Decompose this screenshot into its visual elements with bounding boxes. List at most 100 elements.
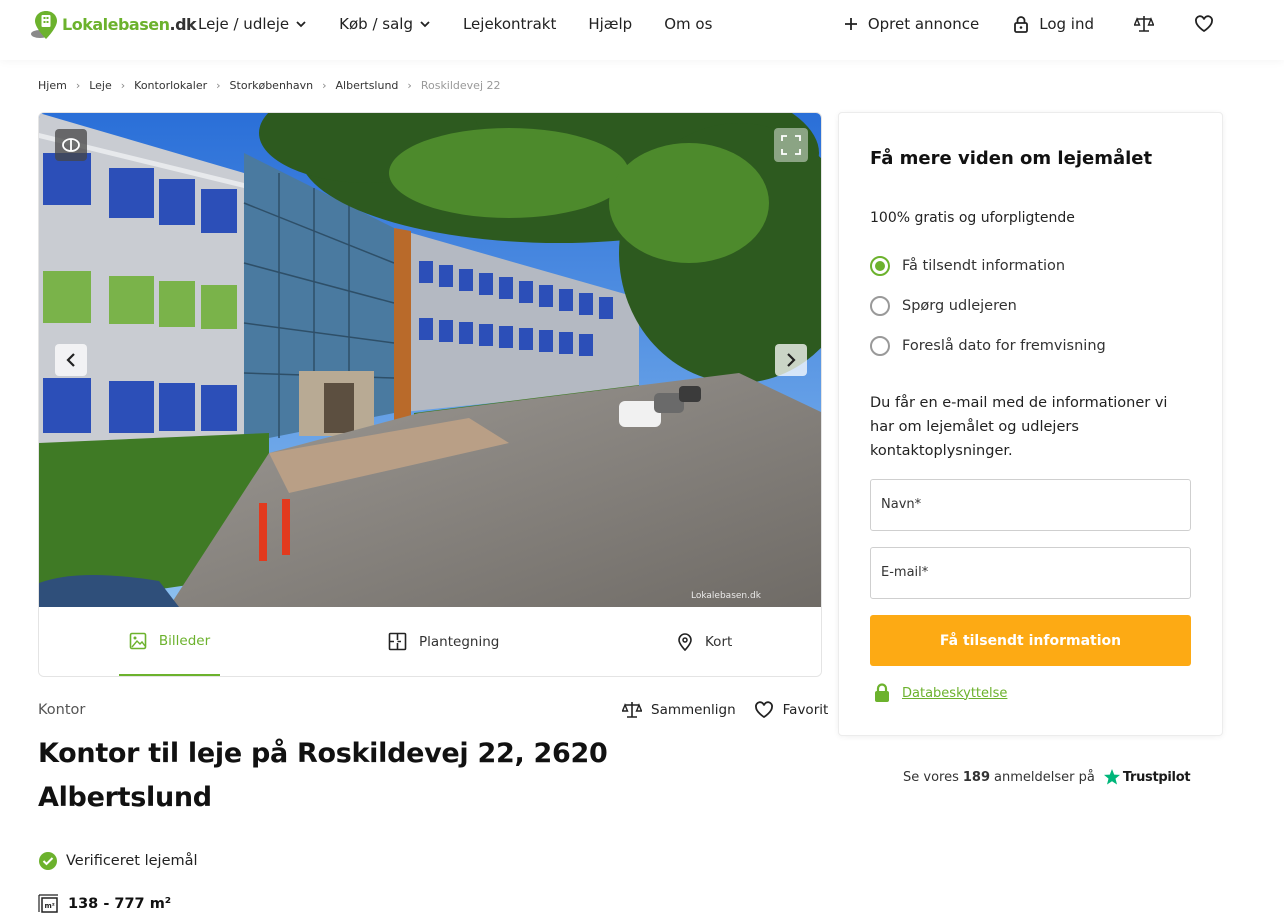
option-suggest-viewing[interactable]: Foreslå dato for fremvisning: [870, 336, 1106, 356]
favorite-label: Favorit: [782, 702, 829, 718]
tab-images[interactable]: Billeder: [119, 607, 220, 676]
compare-nav-button[interactable]: [1128, 14, 1154, 34]
nav-buy[interactable]: Køb / salg: [339, 14, 431, 34]
heart-icon: [754, 701, 773, 719]
map-pin-logo-icon: [30, 9, 60, 39]
trustpilot-suffix: anmeldelser på: [994, 769, 1095, 785]
breadcrumb-item[interactable]: Kontorlokaler: [134, 79, 207, 92]
tab-images-label: Billeder: [158, 632, 211, 649]
tab-floorplan[interactable]: Plantegning: [388, 607, 499, 676]
scale-icon: [1134, 16, 1154, 32]
tab-floorplan-label: Plantegning: [419, 633, 500, 650]
chevron-right-icon: ›: [120, 79, 126, 92]
breadcrumb-item[interactable]: Albertslund: [336, 79, 399, 92]
nav-lease-contract-label: Lejekontrakt: [462, 15, 557, 33]
listing-size: m² 138 - 777 m²: [38, 894, 171, 914]
login-button[interactable]: Log ind: [1013, 14, 1094, 34]
lock-icon: [1014, 16, 1029, 33]
chevron-down-icon: [296, 21, 306, 28]
panorama-view-icon[interactable]: [55, 129, 87, 161]
chevron-right-icon: ›: [75, 79, 81, 92]
favorite-button[interactable]: Favorit: [754, 701, 829, 719]
submit-button[interactable]: Få tilsendt information: [870, 615, 1191, 666]
breadcrumb-item[interactable]: Storkøbenhavn: [230, 79, 314, 92]
trustpilot-widget[interactable]: Se vores 189 anmeldelser på Trustpilot: [903, 768, 1191, 786]
photo-watermark: Lokalebasen.dk: [691, 591, 761, 601]
fullscreen-icon[interactable]: [774, 128, 808, 162]
lead-form: Få mere viden om lejemålet 100% gratis o…: [838, 112, 1223, 736]
tab-map-label: Kort: [705, 633, 733, 650]
create-listing-label: Opret annonce: [867, 15, 980, 33]
verified-label: Verificeret lejemål: [66, 853, 198, 869]
next-image-button[interactable]: [775, 344, 807, 376]
form-subtitle: 100% gratis og uforpligtende: [870, 210, 1075, 226]
site-header: Lokalebasen.dk Leje / udleje Køb / salg …: [0, 0, 1284, 60]
main-nav: Leje / udleje Køb / salg Lejekontrakt Hj…: [198, 14, 744, 34]
create-listing-button[interactable]: Opret annonce: [844, 14, 979, 34]
map-pin-icon: [678, 632, 692, 651]
image-icon: [129, 632, 147, 649]
breadcrumb-current: Roskildevej 22: [420, 79, 501, 92]
gallery-tabs: Billeder Plantegning Kort: [39, 607, 821, 676]
trustpilot-prefix: Se vores: [903, 769, 959, 785]
chevron-right-icon: ›: [216, 79, 221, 92]
login-label: Log ind: [1039, 15, 1094, 33]
chevron-down-icon: [420, 21, 430, 28]
nav-lease-contract[interactable]: Lejekontrakt: [463, 14, 556, 34]
nav-rent[interactable]: Leje / udleje: [198, 14, 307, 34]
review-count: 189: [962, 769, 990, 785]
listing-category: Kontor: [38, 702, 86, 718]
tab-map[interactable]: Kort: [677, 607, 732, 676]
nav-rent-label: Leje / udleje: [198, 15, 290, 33]
radio-icon: [870, 336, 890, 356]
site-logo[interactable]: Lokalebasen.dk: [30, 9, 197, 39]
radio-selected-icon: [870, 256, 890, 276]
option-send-info[interactable]: Få tilsendt information: [870, 256, 1065, 276]
trustpilot-logo: Trustpilot: [1103, 768, 1191, 786]
privacy-label: Databeskyttelse: [902, 685, 1008, 701]
scale-icon: [622, 702, 642, 718]
verified-badge: Verificeret lejemål: [38, 851, 198, 871]
email-field[interactable]: E-mail*: [870, 547, 1191, 599]
listing-title: Kontor til leje på Roskildevej 22, 2620 …: [38, 738, 608, 813]
lock-icon: [875, 683, 889, 702]
building-photo[interactable]: Lokalebasen.dk: [39, 113, 821, 607]
size-value: 138 - 777 m²: [68, 896, 172, 912]
area-icon: m²: [38, 894, 58, 913]
image-gallery: Lokalebasen.dk Billeder Plantegning Kort: [38, 112, 822, 677]
chevron-right-icon: [787, 353, 796, 367]
form-info-text: Du får en e-mail med de informationer vi…: [870, 395, 1168, 459]
header-actions: Opret annonce Log ind: [810, 14, 1214, 34]
option-send-info-label: Få tilsendt information: [902, 258, 1066, 274]
email-field-placeholder: E-mail*: [881, 565, 929, 580]
previous-image-button[interactable]: [55, 344, 87, 376]
form-title: Få mere viden om lejemålet: [870, 148, 1153, 169]
radio-icon: [870, 296, 890, 316]
option-ask-landlord[interactable]: Spørg udlejeren: [870, 296, 1017, 316]
name-field-placeholder: Navn*: [881, 497, 922, 512]
nav-about[interactable]: Om os: [664, 14, 712, 34]
nav-about-label: Om os: [664, 15, 713, 33]
listing-actions: Sammenlign Favorit: [622, 701, 828, 719]
breadcrumb-item[interactable]: Hjem: [38, 79, 67, 92]
favorites-nav-button[interactable]: [1188, 14, 1214, 34]
chevron-right-icon: ›: [322, 79, 327, 92]
floorplan-icon: [388, 632, 407, 651]
plus-icon: [844, 18, 857, 30]
option-suggest-viewing-label: Foreslå dato for fremvisning: [902, 338, 1106, 354]
nav-help-label: Hjælp: [588, 15, 633, 33]
logo-wordmark: Lokalebasen.dk: [62, 14, 197, 34]
compare-button[interactable]: Sammenlign: [622, 701, 736, 719]
privacy-link[interactable]: Databeskyttelse: [874, 683, 1007, 703]
name-field[interactable]: Navn*: [870, 479, 1191, 531]
option-ask-landlord-label: Spørg udlejeren: [902, 298, 1017, 314]
svg-text:m²: m²: [45, 902, 55, 910]
trustpilot-brand: Trustpilot: [1122, 769, 1191, 785]
nav-buy-label: Køb / salg: [339, 15, 413, 33]
star-icon: [1103, 769, 1120, 785]
chevron-right-icon: ›: [407, 79, 412, 92]
breadcrumb: Hjem › Leje › Kontorlokaler › Storkøbenhavn…: [38, 79, 501, 92]
nav-help[interactable]: Hjælp: [588, 14, 632, 34]
breadcrumb-item[interactable]: Leje: [89, 79, 112, 92]
compare-label: Sammenlign: [651, 702, 736, 718]
